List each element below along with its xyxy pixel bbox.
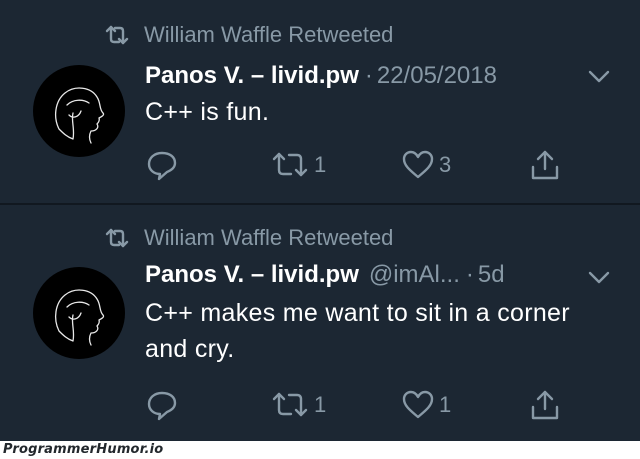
author-name[interactable]: Panos V. – livid.pw [145, 261, 359, 289]
action-bar: 1 3 [0, 148, 640, 182]
tweet-header: Panos V. – livid.pw @imAl... · 5d [145, 259, 610, 291]
share-icon [531, 150, 559, 180]
retweet-icon [272, 152, 308, 177]
chevron-down-icon[interactable] [586, 68, 612, 86]
tweet-date[interactable]: 5d [478, 261, 505, 289]
retweeted-by-label[interactable]: William Waffle Retweeted [144, 22, 393, 48]
author-handle[interactable]: @imAl... [369, 261, 460, 289]
avatar[interactable] [33, 65, 125, 157]
retweet-icon [105, 228, 129, 248]
tweet-header: Panos V. – livid.pw · 22/05/2018 [145, 60, 610, 92]
tweet-card[interactable]: William Waffle Retweeted Panos V. – livi… [0, 205, 640, 441]
heart-icon [402, 390, 434, 419]
tweet-date[interactable]: 22/05/2018 [377, 62, 497, 90]
watermark-text: ProgrammerHumor.io [3, 442, 164, 457]
reply-icon [147, 151, 177, 181]
tweet-card[interactable]: William Waffle Retweeted Panos V. – livi… [0, 0, 640, 203]
retweet-count: 1 [314, 392, 327, 417]
tweet-text: C++ is fun. [145, 98, 270, 126]
like-button[interactable]: 3 [401, 148, 451, 182]
like-count: 1 [439, 392, 452, 417]
like-button[interactable]: 1 [401, 388, 451, 422]
author-name[interactable]: Panos V. – livid.pw [145, 62, 359, 90]
watermark-bar: ProgrammerHumor.io [0, 441, 640, 459]
retweet-icon [272, 392, 308, 417]
retweet-count: 1 [314, 152, 327, 177]
retweet-icon [105, 25, 129, 45]
action-bar: 1 1 [0, 388, 640, 422]
retweet-button[interactable]: 1 [270, 388, 326, 422]
separator-dot: · [465, 261, 474, 288]
heart-icon [402, 150, 434, 179]
reply-button[interactable] [146, 388, 182, 422]
tweet-text: C++ makes me want to sit in a corner and… [145, 299, 570, 363]
chevron-down-icon[interactable] [586, 269, 612, 287]
retweet-context: William Waffle Retweeted [104, 22, 393, 48]
reply-icon [147, 391, 177, 421]
separator-dot: · [364, 62, 373, 89]
like-count: 3 [439, 152, 452, 177]
share-button[interactable] [528, 148, 562, 182]
retweeted-by-label[interactable]: William Waffle Retweeted [144, 225, 393, 251]
reply-button[interactable] [146, 148, 182, 182]
share-icon [531, 390, 559, 420]
avatar[interactable] [33, 267, 125, 359]
retweet-context: William Waffle Retweeted [104, 225, 393, 251]
share-button[interactable] [528, 388, 562, 422]
retweet-button[interactable]: 1 [270, 148, 326, 182]
